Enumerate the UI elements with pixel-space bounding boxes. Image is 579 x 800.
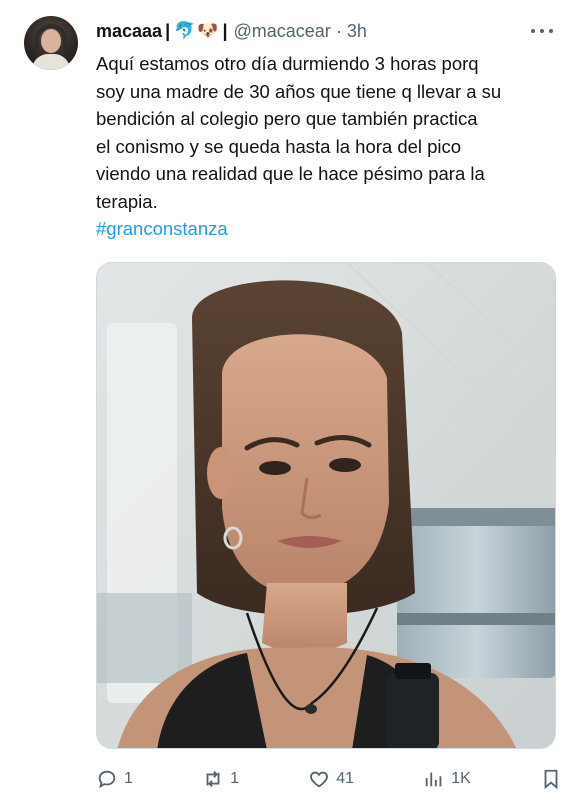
display-name[interactable]: macaaa <box>96 21 162 42</box>
tweet-text-line: soy una madre de 30 años que tiene q lle… <box>96 80 502 102</box>
tweet-text-line: viendo una realidad que le hace pésimo p… <box>96 163 485 184</box>
retweet-button[interactable]: 1 <box>202 768 239 790</box>
tweet-text-line: Aquí estamos otro día durmiendo 3 horas … <box>96 53 479 74</box>
timestamp[interactable]: 3h <box>347 21 367 42</box>
avatar[interactable] <box>24 16 78 70</box>
reply-icon <box>98 770 116 789</box>
dog-emoji: 🐶 <box>197 21 219 40</box>
views-button[interactable]: 1K <box>423 768 471 790</box>
dot-separator: · <box>335 20 342 41</box>
user-handle[interactable]: @macacear <box>234 21 331 42</box>
views-count: 1K <box>451 770 471 787</box>
reply-button[interactable]: 1 <box>96 768 133 790</box>
hashtag-link[interactable]: #granconstanza <box>96 215 561 243</box>
like-count: 41 <box>336 770 355 787</box>
bookmark-button[interactable] <box>540 768 562 790</box>
tweet-text: Aquí estamos otro día durmiendo 3 horas … <box>96 50 561 243</box>
heart-icon <box>310 771 329 788</box>
action-bar: 1 1 41 1K <box>96 764 562 794</box>
name-separator: | <box>165 20 171 41</box>
retweet-count: 1 <box>230 770 240 787</box>
name-separator-2: | <box>222 20 228 41</box>
tweet-text-line: bendición al colegio pero que también pr… <box>96 108 478 129</box>
views-icon <box>425 772 442 787</box>
photo-illustration <box>97 263 555 748</box>
tweet-text-line: terapia. <box>96 190 158 212</box>
bookmark-icon <box>544 769 558 790</box>
dolphin-emoji: 🐬 <box>174 21 196 40</box>
more-options-icon[interactable] <box>531 22 553 40</box>
reply-count: 1 <box>124 770 133 787</box>
tweet-text-line: el conismo y se queda hasta la hora del … <box>96 135 462 157</box>
tweet-header: macaaa | 🐬 🐶 | @macacear · 3h <box>96 18 367 44</box>
like-button[interactable]: 41 <box>308 768 354 790</box>
tweet-photo[interactable] <box>96 262 556 749</box>
tweet: macaaa | 🐬 🐶 | @macacear · 3h Aquí estam… <box>0 0 579 800</box>
retweet-icon <box>206 771 220 787</box>
